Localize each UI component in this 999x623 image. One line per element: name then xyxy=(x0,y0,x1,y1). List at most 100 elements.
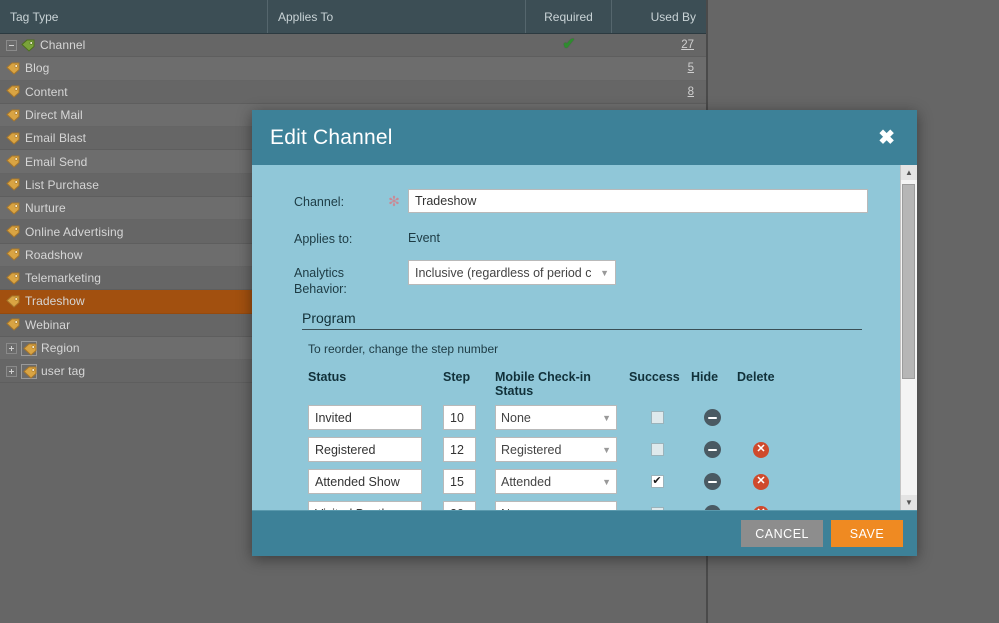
cell-required xyxy=(526,57,612,79)
mobile-checkin-value: None xyxy=(501,410,531,425)
tag-type-label: Region xyxy=(41,341,80,355)
cell-tag-type: Content xyxy=(0,81,268,103)
tag-type-label: Content xyxy=(25,84,68,99)
cell-tag-type: Nurture xyxy=(0,197,268,219)
program-status-input[interactable] xyxy=(308,469,422,494)
chevron-down-icon: ▼ xyxy=(602,444,611,455)
cell-tag-type: Webinar xyxy=(0,314,268,336)
hide-icon[interactable] xyxy=(703,409,721,426)
program-column-success: Success xyxy=(629,370,680,384)
column-header-tag-type[interactable]: Tag Type xyxy=(0,0,268,33)
cell-tag-type: Direct Mail xyxy=(0,104,268,126)
hide-icon[interactable] xyxy=(703,505,721,510)
tag-icon xyxy=(6,295,20,308)
tag-type-label: Blog xyxy=(25,61,50,76)
program-step-input[interactable] xyxy=(443,405,476,430)
success-checkbox[interactable] xyxy=(650,443,664,456)
expand-icon[interactable] xyxy=(6,365,17,377)
chevron-down-icon: ▼ xyxy=(600,267,609,278)
check-icon: ✔ xyxy=(562,36,576,54)
program-step-input[interactable] xyxy=(443,501,476,510)
chevron-down-icon: ▼ xyxy=(602,509,611,511)
cell-tag-type: Email Blast xyxy=(0,127,268,149)
tag-icon xyxy=(6,178,20,192)
tag-type-label: Direct Mail xyxy=(25,108,83,123)
mobile-checkin-select[interactable]: None ▼ xyxy=(495,501,617,510)
mobile-checkin-select[interactable]: None ▼ xyxy=(495,405,617,430)
tag-boxed-icon xyxy=(21,363,37,379)
cell-used-by: 8 xyxy=(612,81,706,103)
hide-icon[interactable] xyxy=(703,441,721,458)
modal-scroll-area: Channel: ✻ Applies to: Event Analytics B… xyxy=(252,165,900,510)
tag-type-label: Tradeshow xyxy=(25,294,85,309)
channel-label: Channel: xyxy=(294,195,345,209)
program-step-input[interactable] xyxy=(443,469,476,494)
tag-type-label: Channel xyxy=(40,38,86,53)
table-row[interactable]: Channel ✔ 27 xyxy=(0,34,706,58)
table-row[interactable]: Blog 5 xyxy=(0,57,706,81)
program-step-input[interactable] xyxy=(443,437,476,462)
save-button[interactable]: SAVE xyxy=(831,520,903,547)
success-checkbox[interactable] xyxy=(650,507,664,510)
program-column-delete: Delete xyxy=(737,370,775,384)
cancel-button[interactable]: CANCEL xyxy=(741,520,823,547)
used-by-link[interactable]: 8 xyxy=(688,86,694,98)
program-row: None ▼ ✕ xyxy=(308,501,900,510)
column-header-applies-to[interactable]: Applies To xyxy=(268,0,526,33)
scrollbar-track[interactable] xyxy=(901,180,917,495)
modal-title: Edit Channel xyxy=(270,125,393,149)
scroll-up-icon[interactable]: ▲ xyxy=(901,165,917,180)
channel-input[interactable] xyxy=(408,189,868,213)
mobile-checkin-select[interactable]: Attended ▼ xyxy=(495,469,617,494)
tag-icon xyxy=(6,225,20,238)
program-status-input[interactable] xyxy=(308,437,422,462)
used-by-link[interactable]: 5 xyxy=(688,62,694,74)
cell-applies-to xyxy=(268,81,526,103)
program-column-hide: Hide xyxy=(691,370,719,384)
tag-icon xyxy=(6,272,20,285)
tag-icon xyxy=(6,109,20,122)
delete-icon[interactable]: ✕ xyxy=(753,505,769,510)
delete-icon[interactable]: ✕ xyxy=(753,441,769,458)
program-status-input[interactable] xyxy=(308,405,422,430)
hide-icon[interactable] xyxy=(703,473,721,490)
program-section-title: Program xyxy=(302,310,862,330)
table-row[interactable]: Content 8 xyxy=(0,81,706,104)
program-table-header: Status Step Mobile Check-in Status Succe… xyxy=(308,370,900,398)
chevron-down-icon: ▼ xyxy=(602,412,611,423)
chevron-down-icon: ▼ xyxy=(602,476,611,487)
cell-tag-type: Channel xyxy=(0,34,268,56)
tag-boxed-icon xyxy=(21,340,37,356)
program-row: Registered ▼ ✕ xyxy=(308,437,900,462)
tag-icon xyxy=(6,318,20,331)
cell-tag-type: Roadshow xyxy=(0,244,268,266)
cell-tag-type: Online Advertising xyxy=(0,220,268,242)
collapse-icon[interactable] xyxy=(6,39,17,51)
mobile-checkin-select[interactable]: Registered ▼ xyxy=(495,437,617,462)
channel-field-row: Channel: ✻ xyxy=(294,189,900,213)
cell-tag-type: Telemarketing xyxy=(0,267,268,289)
delete-icon[interactable]: ✕ xyxy=(753,473,769,490)
modal-footer: CANCEL SAVE xyxy=(252,510,917,556)
success-checkbox[interactable] xyxy=(650,475,664,488)
mobile-checkin-value: Registered xyxy=(501,442,562,457)
modal-scrollbar[interactable]: ▲ ▼ xyxy=(900,165,917,510)
tag-type-label: Email Blast xyxy=(25,131,87,146)
cell-tag-type: Blog xyxy=(0,57,268,79)
program-status-input[interactable] xyxy=(308,501,422,510)
success-checkbox[interactable] xyxy=(650,411,664,424)
program-row: Attended ▼ ✕ xyxy=(308,469,900,494)
close-icon[interactable]: ✖ xyxy=(874,126,899,150)
tag-type-label: List Purchase xyxy=(25,177,100,192)
analytics-behavior-select[interactable]: Inclusive (regardless of period c ▼ xyxy=(408,260,616,285)
column-header-used-by[interactable]: Used By xyxy=(612,0,706,33)
scrollbar-thumb[interactable] xyxy=(902,184,915,379)
program-rows: None ▼ Registered ▼ ✕ Attended ▼ ✕ None ▼ ✕ xyxy=(308,405,900,510)
used-by-link[interactable]: 27 xyxy=(681,39,694,51)
tag-icon xyxy=(6,132,20,145)
column-header-required[interactable]: Required xyxy=(526,0,612,33)
mobile-checkin-value: Attended xyxy=(501,474,552,489)
applies-to-label: Applies to: xyxy=(294,232,353,246)
scroll-down-icon[interactable]: ▼ xyxy=(901,495,917,510)
expand-icon[interactable] xyxy=(6,342,17,354)
